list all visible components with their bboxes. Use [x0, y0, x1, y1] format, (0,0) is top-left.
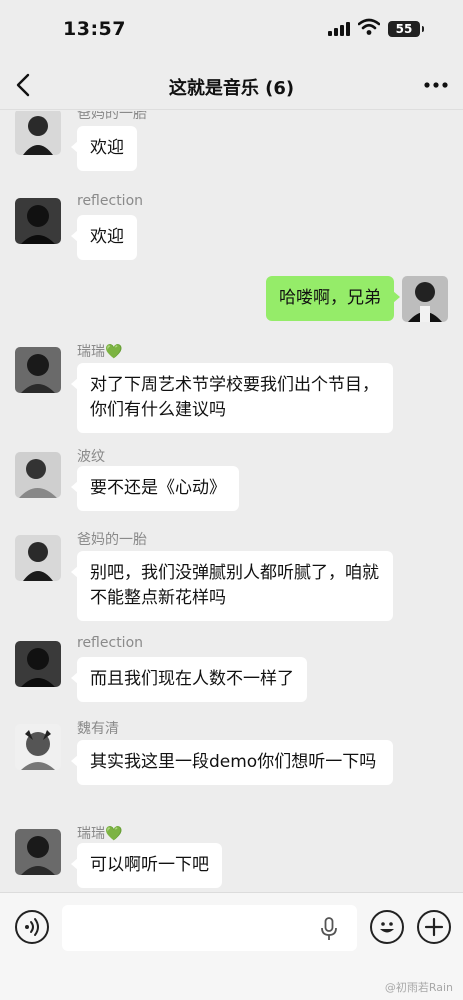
avatar[interactable] — [15, 535, 61, 581]
status-bar: 13:57 55 — [0, 0, 463, 60]
emoji-icon — [380, 922, 394, 933]
message-bubble[interactable]: 别吧，我们没弹腻别人都听腻了，咱就不能整点新花样吗 — [71, 551, 393, 621]
plus-button[interactable] — [417, 910, 451, 944]
avatar[interactable] — [15, 452, 61, 498]
avatar[interactable] — [15, 198, 61, 244]
message-bubble[interactable]: 要不还是《心动》 — [71, 466, 239, 511]
plus-icon — [424, 917, 444, 937]
message-bubble-sent[interactable]: 哈喽啊，兄弟 — [266, 276, 400, 321]
avatar[interactable] — [15, 641, 61, 687]
cellular-signal-icon — [328, 22, 352, 36]
message-row: 瑞瑞💚 对了下周艺术节学校要我们出个节目，你们有什么建议吗 — [0, 341, 463, 433]
wifi-icon — [357, 18, 381, 36]
status-time: 13:57 — [63, 18, 126, 40]
chat-title: 这就是音乐 (6) — [168, 78, 295, 99]
message-row: 魏有清 其实我这里一段demo你们想听一下吗 — [0, 718, 463, 814]
message-row: reflection 而且我们现在人数不一样了 — [0, 635, 463, 710]
sender-name: 瑞瑞💚 — [77, 826, 123, 842]
voice-icon — [25, 918, 39, 936]
message-row: reflection 欢迎 — [0, 193, 463, 268]
sender-name: 瑞瑞💚 — [77, 344, 123, 360]
message-bubble[interactable]: 可以啊听一下吧 — [71, 843, 222, 888]
message-bubble[interactable]: 欢迎 — [71, 126, 137, 171]
input-bar: @初雨若Rain — [0, 892, 463, 1000]
message-bubble[interactable]: 对了下周艺术节学校要我们出个节目，你们有什么建议吗 — [71, 363, 393, 433]
avatar[interactable] — [15, 347, 61, 393]
message-row: 爸妈的一胎 欢迎 — [0, 111, 463, 183]
message-row: 波纹 要不还是《心动》 — [0, 446, 463, 521]
voice-button[interactable] — [15, 910, 49, 944]
message-row: 爸妈的一胎 别吧，我们没弹腻别人都听腻了，咱就不能整点新花样吗 — [0, 529, 463, 625]
more-dots-icon — [424, 82, 448, 88]
message-row-sent: 哈喽啊，兄弟 — [0, 276, 463, 326]
message-row: 瑞瑞💚 可以啊听一下吧 — [0, 823, 463, 891]
avatar[interactable] — [15, 724, 61, 770]
message-bubble[interactable]: 而且我们现在人数不一样了 — [71, 657, 307, 702]
avatar[interactable] — [15, 111, 61, 155]
sender-name: reflection — [77, 635, 144, 651]
sender-name: 爸妈的一胎 — [77, 532, 147, 548]
message-input[interactable] — [62, 905, 357, 951]
my-avatar[interactable] — [402, 276, 448, 322]
chat-messages[interactable]: 爸妈的一胎 欢迎 reflection 欢迎 哈喽啊，兄弟 瑞瑞💚 对了下周艺术… — [0, 111, 463, 891]
sender-name: 波纹 — [77, 449, 105, 465]
watermark: @初雨若Rain — [384, 981, 453, 994]
emoji-button[interactable] — [370, 910, 404, 944]
sender-name: reflection — [77, 193, 144, 209]
battery-indicator: 55 — [388, 21, 424, 37]
more-button[interactable] — [421, 72, 451, 98]
avatar[interactable] — [15, 829, 61, 875]
sender-name: 魏有清 — [77, 721, 119, 737]
sender-name: 爸妈的一胎 — [77, 111, 147, 122]
message-bubble[interactable]: 欢迎 — [71, 215, 137, 260]
message-bubble[interactable]: 其实我这里一段demo你们想听一下吗 — [71, 740, 393, 785]
nav-bar: 这就是音乐 (6) — [0, 60, 463, 110]
microphone-icon[interactable] — [320, 917, 338, 941]
